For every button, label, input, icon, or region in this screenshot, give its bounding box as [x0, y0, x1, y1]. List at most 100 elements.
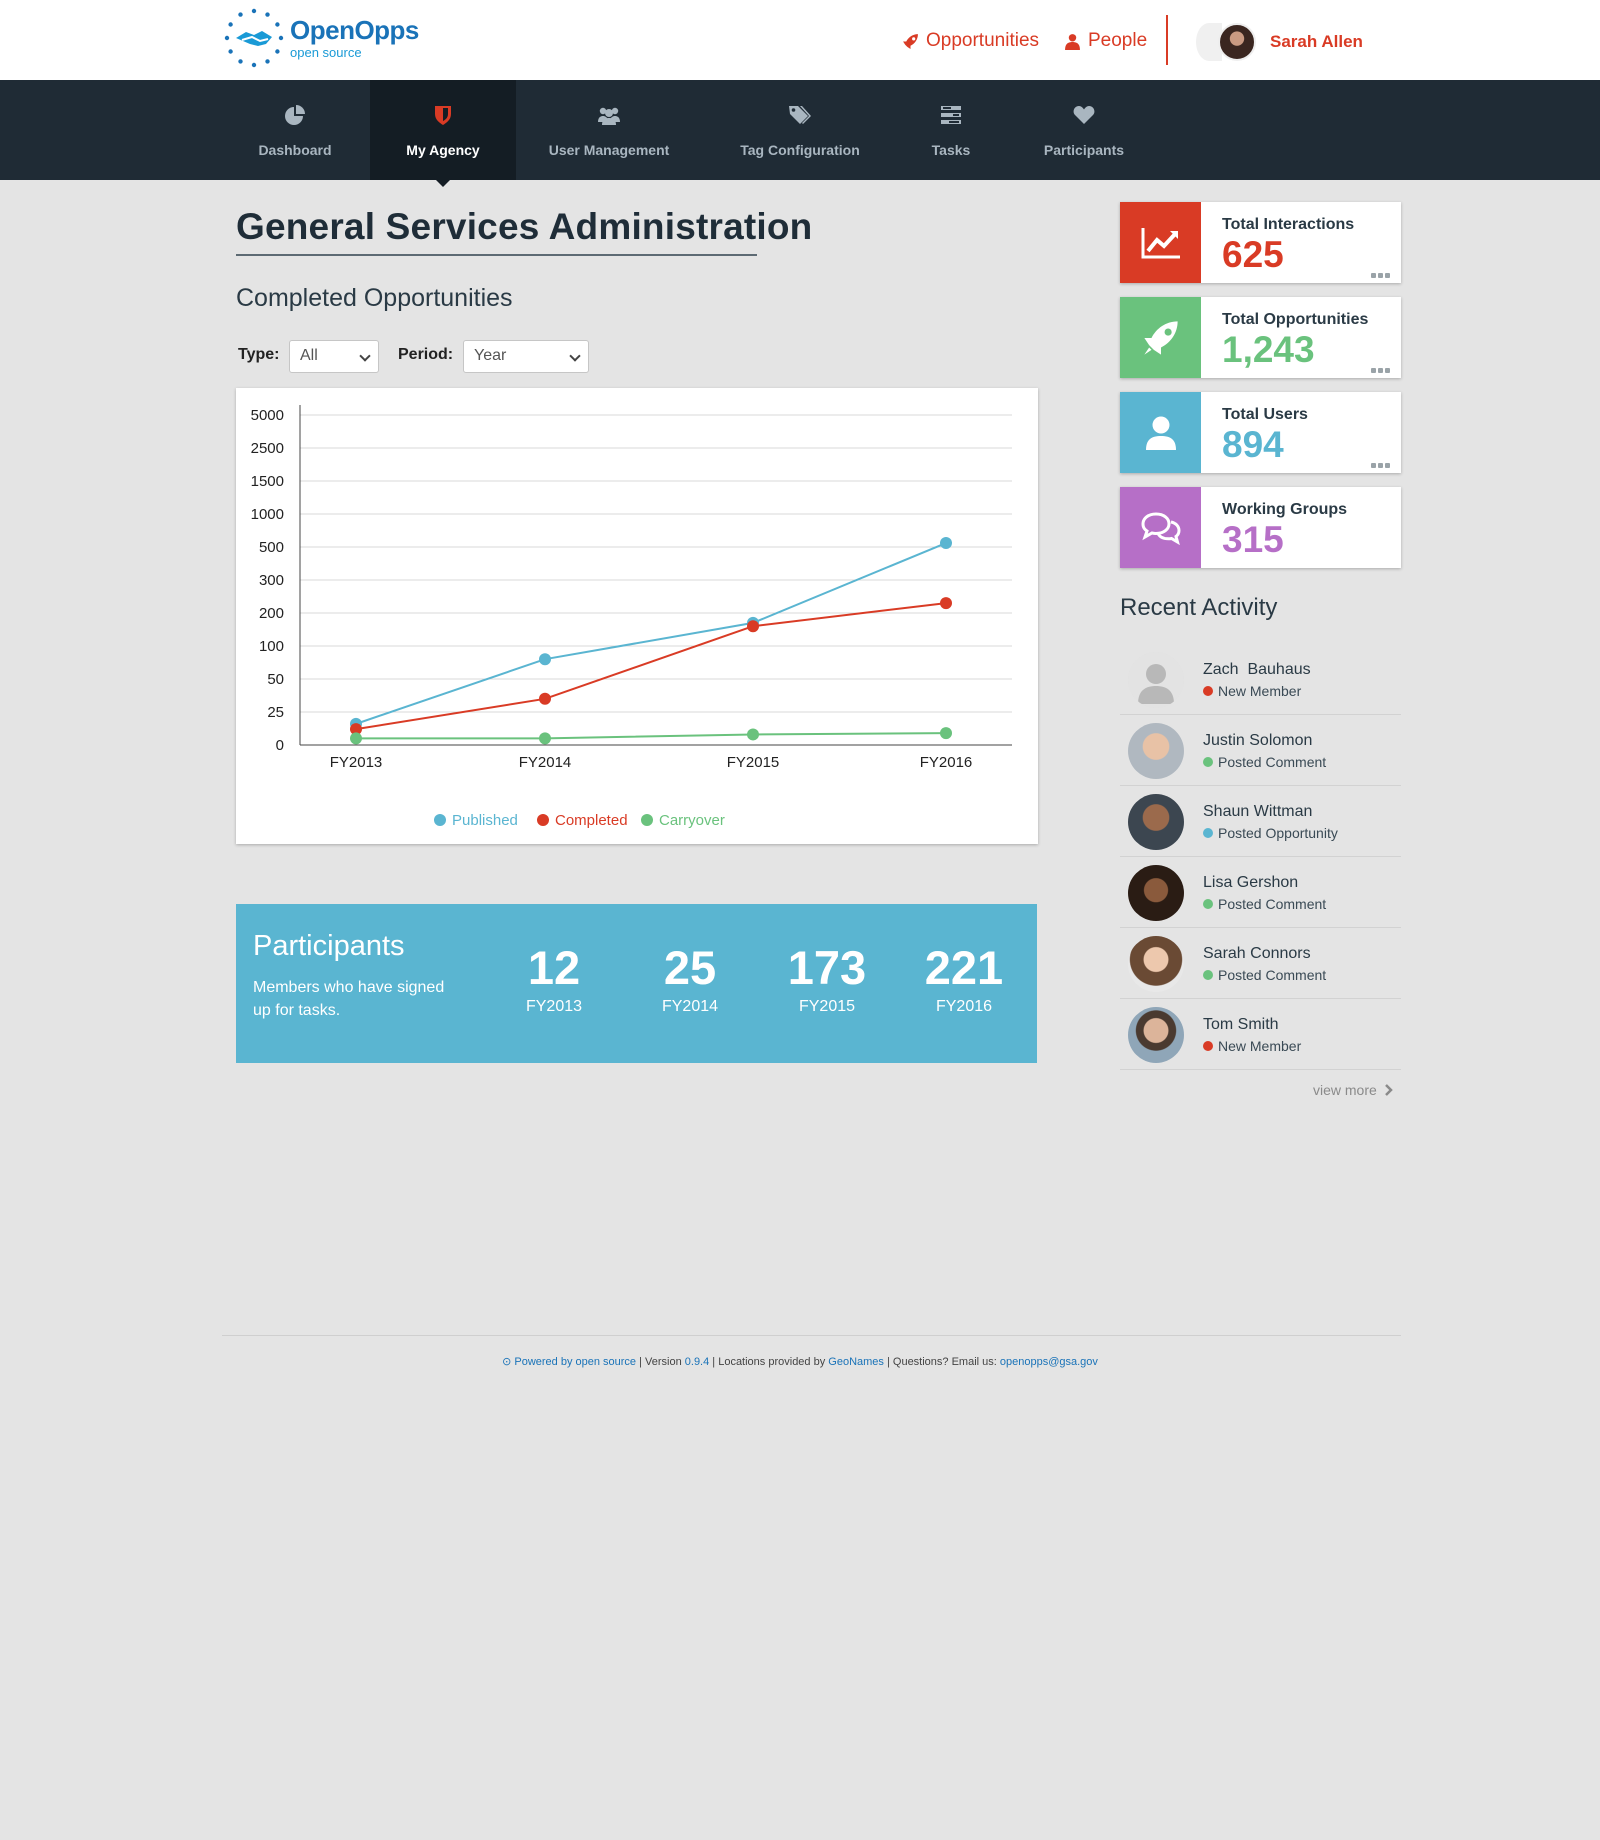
y-tick-label: 1500: [251, 473, 284, 490]
activity-user-name: Lisa Gershon: [1203, 874, 1299, 891]
chevron-right-icon: [1384, 1084, 1393, 1096]
legend-label-published: Published: [452, 812, 518, 829]
avatar: [1128, 652, 1184, 708]
legend-label-carryover: Carryover: [659, 812, 725, 829]
activity-user-name: Sarah Connors: [1203, 945, 1311, 962]
brand-tagline: open source: [290, 45, 362, 60]
participants-stat: 25 FY2014: [630, 942, 750, 1016]
openopps-logo[interactable]: OpenOpps open source: [222, 6, 422, 70]
nav-tag-configuration-label: Tag Configuration: [740, 142, 860, 158]
email-link[interactable]: openopps@gsa.gov: [1000, 1356, 1098, 1368]
stat-value: 625: [1222, 234, 1284, 275]
total-opportunities-card[interactable]: Total Opportunities 1,243: [1120, 297, 1401, 378]
list-item[interactable]: Tom Smith New Member: [1120, 999, 1401, 1070]
trend-icon: [1120, 202, 1201, 283]
nav-tasks-label: Tasks: [931, 142, 971, 158]
data-point-published: [940, 537, 952, 550]
comments-icon: [1120, 487, 1201, 568]
user-icon: [1120, 392, 1201, 473]
geonames-link[interactable]: GeoNames: [828, 1356, 884, 1368]
chevron-down-icon: [359, 350, 371, 362]
status-dot: [1203, 1041, 1213, 1051]
list-item[interactable]: Lisa Gershon Posted Comment: [1120, 857, 1401, 928]
y-tick-label: 0: [276, 737, 284, 754]
nav-tag-configuration[interactable]: Tag Configuration: [730, 80, 870, 180]
stat-value: 315: [1222, 519, 1284, 560]
people-link[interactable]: People: [1064, 30, 1147, 52]
nav-dashboard[interactable]: Dashboard: [236, 80, 354, 180]
nav-dashboard-label: Dashboard: [258, 142, 332, 158]
y-tick-label: 50: [267, 671, 284, 688]
list-item[interactable]: Sarah Connors Posted Comment: [1120, 928, 1401, 999]
recent-activity-title: Recent Activity: [1120, 594, 1278, 621]
status-dot: [1203, 899, 1213, 909]
series-line-published: [355, 542, 947, 725]
page-title: General Services Administration: [236, 206, 812, 256]
rocket-icon: [903, 33, 918, 49]
data-point-carryover: [350, 732, 362, 745]
nav-tasks[interactable]: Tasks: [912, 80, 990, 180]
powered-by-link[interactable]: ⊙ Powered by open source: [502, 1356, 636, 1368]
list-item[interactable]: Justin Solomon Posted Comment: [1120, 715, 1401, 786]
legend-marker-published: [434, 814, 446, 826]
opportunities-link[interactable]: Opportunities: [902, 30, 1039, 52]
total-interactions-card[interactable]: Total Interactions 625: [1120, 202, 1401, 283]
data-point-carryover: [747, 728, 759, 741]
participants-count: 25: [663, 941, 717, 994]
activity-user-name: Tom Smith: [1203, 1016, 1279, 1033]
participants-title: Participants: [253, 930, 405, 962]
period-select[interactable]: Year: [463, 340, 589, 373]
status-dot: [1203, 970, 1213, 980]
period-select-value: Year: [474, 347, 507, 364]
working-groups-card[interactable]: Working Groups 315: [1120, 487, 1401, 568]
x-tick-label: FY2015: [727, 754, 780, 771]
type-select[interactable]: All: [289, 340, 379, 373]
user-avatar: [1218, 23, 1256, 61]
activity-action-label: New Member: [1218, 1038, 1302, 1054]
status-dot: [1203, 757, 1213, 767]
nav-user-management[interactable]: User Management: [535, 80, 683, 180]
legend-label-completed: Completed: [555, 812, 628, 829]
more-options-icon[interactable]: [1371, 368, 1390, 373]
powered-by-label: Powered by open source: [514, 1356, 637, 1368]
total-users-card[interactable]: Total Users 894: [1120, 392, 1401, 473]
recent-activity-list: Zach Bauhaus New Member Justin Solomon P…: [1120, 644, 1401, 1070]
view-more-link[interactable]: view more: [1313, 1082, 1393, 1098]
y-tick-label: 500: [259, 539, 284, 556]
y-tick-label: 100: [259, 638, 284, 655]
participants-stat: 221 FY2016: [904, 942, 1024, 1016]
status-dot: [1203, 828, 1213, 838]
participants-stat: 12 FY2013: [494, 942, 614, 1016]
shield-icon: [430, 102, 456, 128]
opportunities-link-label: Opportunities: [926, 30, 1040, 51]
footer-divider: [222, 1335, 1401, 1336]
section-title: Completed Opportunities: [236, 284, 513, 312]
activity-action: Posted Opportunity: [1203, 825, 1338, 841]
nav-my-agency[interactable]: My Agency: [370, 80, 516, 180]
data-point-completed: [539, 692, 551, 705]
activity-action-label: Posted Comment: [1218, 967, 1327, 983]
tags-icon: [787, 102, 813, 128]
logo-emblem-icon: [224, 8, 284, 68]
activity-user-name: Shaun Wittman: [1203, 803, 1313, 820]
nav-participants[interactable]: Participants: [1034, 80, 1134, 180]
list-item[interactable]: Shaun Wittman Posted Opportunity: [1120, 786, 1401, 857]
version-prefix: | Version: [636, 1356, 685, 1368]
activity-action-label: New Member: [1218, 683, 1302, 699]
more-options-icon[interactable]: [1371, 463, 1390, 468]
period-filter-label: Period:: [398, 346, 454, 363]
completed-opportunities-chart: 0 25 50 100 200 300 500 1000 1500 2500 5000 FY2013 F…: [236, 388, 1038, 844]
legend-marker-carryover: [641, 814, 653, 826]
activity-action-label: Posted Opportunity: [1218, 825, 1338, 841]
more-options-icon[interactable]: [1371, 273, 1390, 278]
list-item[interactable]: Zach Bauhaus New Member: [1120, 644, 1401, 715]
y-tick-label: 1000: [251, 506, 284, 523]
avatar: [1128, 1007, 1184, 1063]
participants-count: 173: [787, 941, 867, 994]
version-link[interactable]: 0.9.4: [685, 1356, 709, 1368]
y-tick-label: 300: [259, 572, 284, 589]
stat-label: Total Opportunities: [1222, 311, 1369, 328]
brand-name: OpenOpps: [290, 15, 419, 45]
activity-user-name: Zach Bauhaus: [1203, 661, 1311, 678]
user-menu[interactable]: Sarah Allen: [1196, 23, 1363, 61]
